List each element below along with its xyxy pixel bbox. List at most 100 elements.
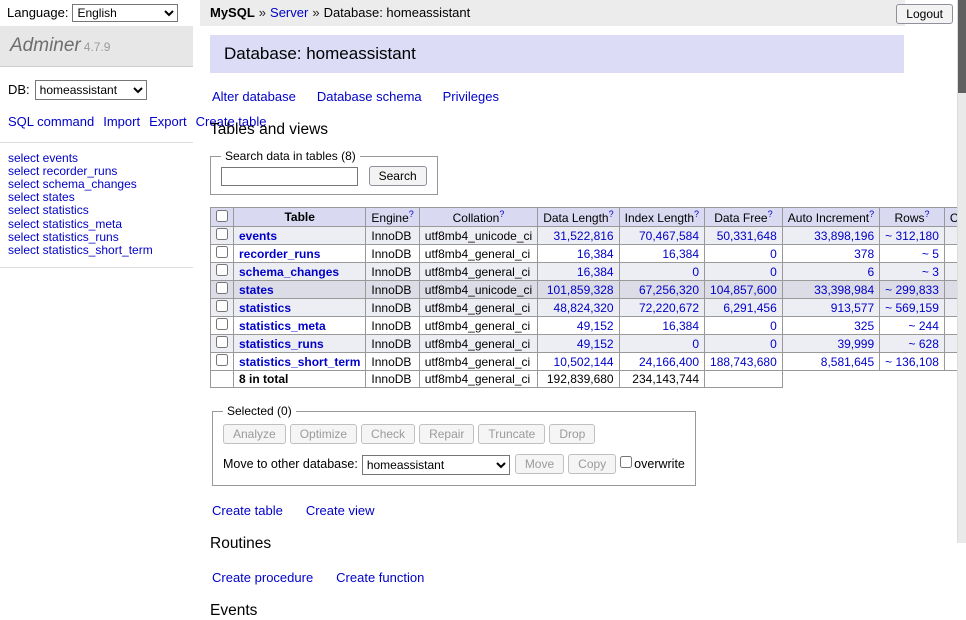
help-icon[interactable]: ? bbox=[499, 209, 504, 219]
link-create-function[interactable]: Create function bbox=[336, 570, 424, 585]
data-length-link[interactable]: 48,824,320 bbox=[554, 301, 614, 315]
auto-increment-link[interactable]: 8,581,645 bbox=[821, 355, 874, 369]
data-length-link[interactable]: 31,522,816 bbox=[554, 229, 614, 243]
row-checkbox[interactable] bbox=[216, 336, 228, 348]
column-header[interactable]: Data Free? bbox=[705, 208, 783, 227]
index-length-link[interactable]: 0 bbox=[692, 337, 699, 351]
bulk-repair-button[interactable]: Repair bbox=[419, 424, 474, 444]
row-checkbox[interactable] bbox=[216, 300, 228, 312]
data-length-link[interactable]: 16,384 bbox=[577, 265, 614, 279]
overwrite-label[interactable]: overwrite bbox=[634, 457, 685, 471]
sidebar-link-import[interactable]: Import bbox=[103, 114, 140, 129]
auto-increment-link[interactable]: 33,398,984 bbox=[814, 283, 874, 297]
scrollbar-thumb[interactable] bbox=[958, 0, 966, 93]
bulk-analyze-button[interactable]: Analyze bbox=[223, 424, 286, 444]
sidebar-table-link[interactable]: select statistics_runs bbox=[8, 231, 185, 244]
data-free-link[interactable]: 0 bbox=[770, 265, 777, 279]
rows-link[interactable]: ~ 312,180 bbox=[885, 229, 939, 243]
rows-link[interactable]: ~ 3 bbox=[922, 265, 939, 279]
auto-increment-link[interactable]: 39,999 bbox=[837, 337, 874, 351]
bulk-optimize-button[interactable]: Optimize bbox=[290, 424, 357, 444]
bulk-drop-button[interactable]: Drop bbox=[549, 424, 595, 444]
rows-link[interactable]: ~ 5 bbox=[922, 247, 939, 261]
search-button[interactable]: Search bbox=[369, 166, 427, 186]
data-length-link[interactable]: 49,152 bbox=[577, 319, 614, 333]
data-free-link[interactable]: 0 bbox=[770, 337, 777, 351]
overwrite-checkbox[interactable] bbox=[620, 456, 632, 468]
link-create-view[interactable]: Create view bbox=[306, 503, 375, 518]
column-header[interactable]: Rows? bbox=[880, 208, 945, 227]
link-database-schema[interactable]: Database schema bbox=[317, 89, 422, 104]
row-checkbox[interactable] bbox=[216, 246, 228, 258]
row-checkbox[interactable] bbox=[216, 228, 228, 240]
row-checkbox[interactable] bbox=[216, 318, 228, 330]
data-length-link[interactable]: 10,502,144 bbox=[554, 355, 614, 369]
index-length-link[interactable]: 70,467,584 bbox=[639, 229, 699, 243]
help-icon[interactable]: ? bbox=[869, 209, 874, 219]
rows-link[interactable]: ~ 299,833 bbox=[885, 283, 939, 297]
move-db-select[interactable]: homeassistant bbox=[362, 455, 510, 475]
copy-button[interactable]: Copy bbox=[568, 454, 616, 474]
rows-link[interactable]: ~ 628 bbox=[909, 337, 939, 351]
help-icon[interactable]: ? bbox=[609, 209, 614, 219]
link-create-procedure[interactable]: Create procedure bbox=[212, 570, 313, 585]
rows-link[interactable]: ~ 244 bbox=[909, 319, 939, 333]
index-length-link[interactable]: 24,166,400 bbox=[639, 355, 699, 369]
move-button[interactable]: Move bbox=[515, 454, 564, 474]
logout-button[interactable]: Logout bbox=[896, 4, 953, 24]
row-checkbox[interactable] bbox=[216, 264, 228, 276]
data-free-link[interactable]: 104,857,600 bbox=[710, 283, 777, 297]
link-create-table[interactable]: Create table bbox=[212, 503, 283, 518]
db-select[interactable]: homeassistant bbox=[35, 80, 147, 100]
data-length-link[interactable]: 101,859,328 bbox=[547, 283, 614, 297]
auto-increment-link[interactable]: 33,898,196 bbox=[814, 229, 874, 243]
column-header[interactable]: Collation? bbox=[419, 208, 537, 227]
breadcrumb-mysql[interactable]: MySQL bbox=[210, 5, 255, 20]
table-name-link[interactable]: events bbox=[239, 229, 277, 243]
index-length-link[interactable]: 67,256,320 bbox=[639, 283, 699, 297]
sidebar-table-link[interactable]: select statistics_meta bbox=[8, 218, 185, 231]
row-checkbox[interactable] bbox=[216, 282, 228, 294]
select-all-checkbox[interactable] bbox=[216, 210, 228, 222]
row-checkbox[interactable] bbox=[216, 354, 228, 366]
table-name-link[interactable]: statistics bbox=[239, 301, 291, 315]
index-length-link[interactable]: 16,384 bbox=[662, 319, 699, 333]
table-name-link[interactable]: statistics_runs bbox=[239, 337, 324, 351]
data-free-link[interactable]: 188,743,680 bbox=[710, 355, 777, 369]
vertical-scrollbar[interactable] bbox=[957, 0, 966, 543]
help-icon[interactable]: ? bbox=[694, 209, 699, 219]
bulk-truncate-button[interactable]: Truncate bbox=[478, 424, 545, 444]
column-header[interactable]: Auto Increment? bbox=[782, 208, 879, 227]
bulk-check-button[interactable]: Check bbox=[361, 424, 415, 444]
table-name-link[interactable]: states bbox=[239, 283, 274, 297]
table-name-link[interactable]: statistics_short_term bbox=[239, 355, 360, 369]
index-length-link[interactable]: 0 bbox=[692, 265, 699, 279]
search-input[interactable] bbox=[221, 167, 358, 186]
data-free-link[interactable]: 50,331,648 bbox=[717, 229, 777, 243]
table-name-link[interactable]: schema_changes bbox=[239, 265, 339, 279]
help-icon[interactable]: ? bbox=[925, 209, 930, 219]
data-length-link[interactable]: 49,152 bbox=[577, 337, 614, 351]
auto-increment-link[interactable]: 378 bbox=[854, 247, 874, 261]
sidebar-table-link[interactable]: select statistics_short_term bbox=[8, 244, 185, 257]
auto-increment-link[interactable]: 6 bbox=[867, 265, 874, 279]
data-free-link[interactable]: 0 bbox=[770, 247, 777, 261]
help-icon[interactable]: ? bbox=[768, 209, 773, 219]
data-free-link[interactable]: 0 bbox=[770, 319, 777, 333]
app-name[interactable]: Adminer bbox=[10, 35, 81, 56]
sidebar-link-export[interactable]: Export bbox=[149, 114, 187, 129]
table-name-link[interactable]: recorder_runs bbox=[239, 247, 320, 261]
auto-increment-link[interactable]: 325 bbox=[854, 319, 874, 333]
sidebar-table-link[interactable]: select statistics bbox=[8, 204, 185, 217]
link-privileges[interactable]: Privileges bbox=[443, 89, 499, 104]
sidebar-table-link[interactable]: select events bbox=[8, 152, 185, 165]
help-icon[interactable]: ? bbox=[409, 209, 414, 219]
language-select[interactable]: English bbox=[72, 4, 178, 22]
table-name-link[interactable]: statistics_meta bbox=[239, 319, 326, 333]
column-header[interactable]: Table bbox=[234, 208, 366, 227]
data-free-link[interactable]: 6,291,456 bbox=[723, 301, 776, 315]
auto-increment-link[interactable]: 913,577 bbox=[831, 301, 874, 315]
column-header[interactable]: Engine? bbox=[366, 208, 419, 227]
column-header[interactable]: Data Length? bbox=[538, 208, 619, 227]
rows-link[interactable]: ~ 569,159 bbox=[885, 301, 939, 315]
